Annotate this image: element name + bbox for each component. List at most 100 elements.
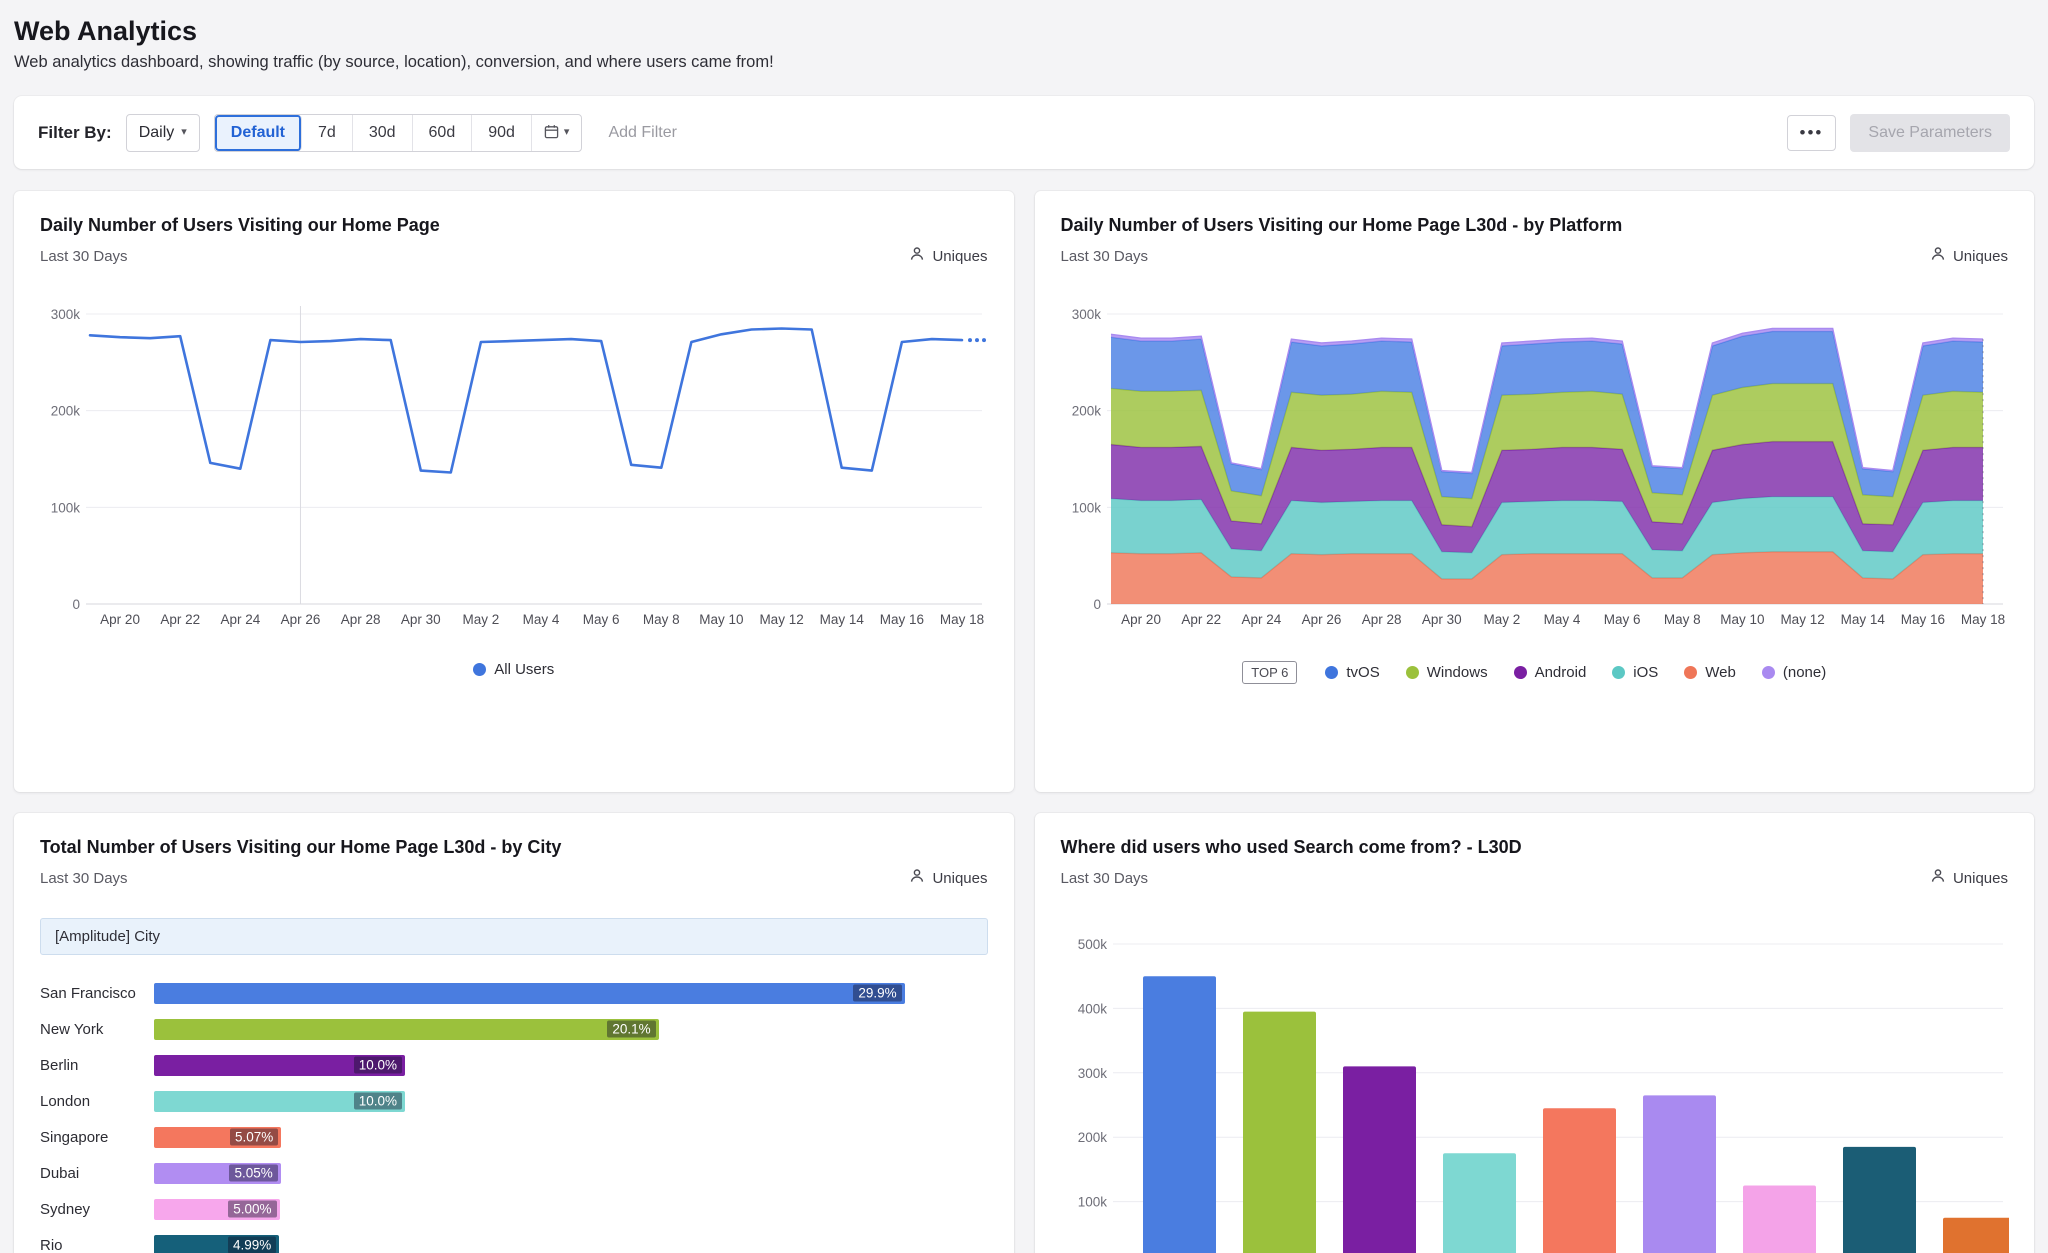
save-parameters-button[interactable]: Save Parameters xyxy=(1850,114,2010,152)
city-value-chip: 10.0% xyxy=(354,1093,402,1110)
range-segment-60d[interactable]: 60d xyxy=(413,115,473,151)
city-bar[interactable]: 4.99% xyxy=(154,1235,279,1253)
city-bar[interactable]: 10.0% xyxy=(154,1091,405,1112)
city-bar-row[interactable]: Dubai5.05% xyxy=(40,1155,988,1191)
top-n-badge[interactable]: TOP 6 xyxy=(1242,661,1297,684)
city-bar-track: 20.1% xyxy=(154,1019,988,1040)
uniques-label: Uniques xyxy=(932,870,987,887)
card-title: Daily Number of Users Visiting our Home … xyxy=(40,215,988,236)
uniques-toggle[interactable]: Uniques xyxy=(909,246,987,266)
svg-text:Apr 20: Apr 20 xyxy=(1121,612,1161,627)
svg-text:200k: 200k xyxy=(1077,1130,1107,1145)
city-bar[interactable]: 5.07% xyxy=(154,1127,281,1148)
legend-label: Android xyxy=(1535,664,1587,681)
legend-item-web[interactable]: Web xyxy=(1684,664,1736,681)
city-bar[interactable]: 29.9% xyxy=(154,983,905,1004)
user-icon xyxy=(1930,868,1946,888)
svg-text:Apr 22: Apr 22 xyxy=(1181,612,1221,627)
legend-label: Windows xyxy=(1427,664,1488,681)
page-title: Web Analytics xyxy=(14,16,2034,47)
city-bar-list: San Francisco29.9%New York20.1%Berlin10.… xyxy=(40,975,988,1253)
more-options-button[interactable]: ••• xyxy=(1787,115,1837,151)
interval-dropdown[interactable]: Daily ▾ xyxy=(126,114,200,152)
line-chart[interactable]: 0100k200k300kApr 20Apr 22Apr 24Apr 26Apr… xyxy=(40,292,988,633)
city-bar-track: 5.05% xyxy=(154,1163,988,1184)
city-bar-track: 10.0% xyxy=(154,1055,988,1076)
filter-by-label: Filter By: xyxy=(38,123,112,143)
city-bar-row[interactable]: Rio4.99% xyxy=(40,1227,988,1253)
bar-chart[interactable]: 100k200k300k400k500k xyxy=(1061,914,2009,1253)
card-date-range: Last 30 Days xyxy=(1061,870,1149,887)
range-segment-default[interactable]: Default xyxy=(215,115,302,151)
legend-item-windows[interactable]: Windows xyxy=(1406,664,1488,681)
chart-legend: TOP 6 tvOS Windows Android iOS Web (none) xyxy=(1061,661,2009,684)
svg-text:May 6: May 6 xyxy=(1603,612,1640,627)
stacked-area-chart[interactable]: 0100k200k300kApr 20Apr 22Apr 24Apr 26Apr… xyxy=(1061,292,2009,633)
svg-text:May 2: May 2 xyxy=(1483,612,1520,627)
user-icon xyxy=(1930,246,1946,266)
legend-label: (none) xyxy=(1783,664,1826,681)
calendar-range-button[interactable]: ▾ xyxy=(532,115,582,151)
city-bar-row[interactable]: San Francisco29.9% xyxy=(40,975,988,1011)
svg-text:May 4: May 4 xyxy=(523,612,560,627)
city-bar-track: 4.99% xyxy=(154,1235,988,1253)
svg-text:May 12: May 12 xyxy=(759,612,803,627)
svg-text:May 6: May 6 xyxy=(583,612,620,627)
city-bar-track: 29.9% xyxy=(154,983,988,1004)
card-daily-users-home-page: Daily Number of Users Visiting our Home … xyxy=(14,191,1014,792)
chart-legend: All Users xyxy=(40,661,988,678)
filter-bar: Filter By: Daily ▾ Default7d30d60d90d ▾ … xyxy=(14,96,2034,169)
legend-item-ios[interactable]: iOS xyxy=(1612,664,1658,681)
uniques-toggle[interactable]: Uniques xyxy=(909,868,987,888)
city-bar-row[interactable]: Singapore5.07% xyxy=(40,1119,988,1155)
legend-item-allusers[interactable]: All Users xyxy=(473,661,554,678)
range-segment-30d[interactable]: 30d xyxy=(353,115,413,151)
city-label: Rio xyxy=(40,1237,154,1253)
card-date-range: Last 30 Days xyxy=(1061,248,1149,265)
city-property-header[interactable]: [Amplitude] City xyxy=(40,918,988,955)
chevron-down-icon: ▾ xyxy=(181,127,187,138)
city-bar-track: 10.0% xyxy=(154,1091,988,1112)
city-bar[interactable]: 5.05% xyxy=(154,1163,281,1184)
svg-text:May 4: May 4 xyxy=(1543,612,1580,627)
svg-text:200k: 200k xyxy=(51,404,81,419)
city-bar-row[interactable]: Sydney5.00% xyxy=(40,1191,988,1227)
city-bar[interactable]: 10.0% xyxy=(154,1055,405,1076)
city-bar[interactable]: 5.00% xyxy=(154,1199,280,1220)
city-bar-row[interactable]: New York20.1% xyxy=(40,1011,988,1047)
range-segment-7d[interactable]: 7d xyxy=(302,115,353,151)
svg-text:500k: 500k xyxy=(1077,937,1107,952)
city-bar[interactable]: 20.1% xyxy=(154,1019,659,1040)
svg-text:100k: 100k xyxy=(1077,1195,1107,1210)
city-value-chip: 10.0% xyxy=(354,1057,402,1074)
legend-item-android[interactable]: Android xyxy=(1514,664,1587,681)
legend-item-tvos[interactable]: tvOS xyxy=(1325,664,1379,681)
svg-text:0: 0 xyxy=(72,597,80,612)
legend-dot xyxy=(1684,666,1697,679)
svg-text:May 14: May 14 xyxy=(1840,612,1885,627)
card-search-users-source: Where did users who used Search come fro… xyxy=(1035,813,2035,1253)
uniques-toggle[interactable]: Uniques xyxy=(1930,868,2008,888)
card-title: Total Number of Users Visiting our Home … xyxy=(40,837,988,858)
city-bar-track: 5.00% xyxy=(154,1199,988,1220)
card-users-by-city: Total Number of Users Visiting our Home … xyxy=(14,813,1014,1253)
svg-text:Apr 28: Apr 28 xyxy=(341,612,381,627)
uniques-label: Uniques xyxy=(1953,248,2008,265)
page-subtitle: Web analytics dashboard, showing traffic… xyxy=(14,53,2034,72)
city-value-chip: 5.00% xyxy=(228,1201,276,1218)
range-segment-90d[interactable]: 90d xyxy=(472,115,532,151)
svg-text:300k: 300k xyxy=(1077,1066,1107,1081)
svg-text:100k: 100k xyxy=(1071,500,1101,515)
city-value-chip: 20.1% xyxy=(607,1021,655,1038)
city-bar-row[interactable]: Berlin10.0% xyxy=(40,1047,988,1083)
legend-label: tvOS xyxy=(1346,664,1379,681)
city-bar-row[interactable]: London10.0% xyxy=(40,1083,988,1119)
svg-text:Apr 22: Apr 22 xyxy=(160,612,200,627)
uniques-toggle[interactable]: Uniques xyxy=(1930,246,2008,266)
legend-item-none[interactable]: (none) xyxy=(1762,664,1826,681)
svg-text:Apr 26: Apr 26 xyxy=(281,612,321,627)
svg-text:May 16: May 16 xyxy=(880,612,924,627)
uniques-label: Uniques xyxy=(932,248,987,265)
city-value-chip: 5.05% xyxy=(229,1165,277,1182)
add-filter-button[interactable]: Add Filter xyxy=(608,124,676,142)
